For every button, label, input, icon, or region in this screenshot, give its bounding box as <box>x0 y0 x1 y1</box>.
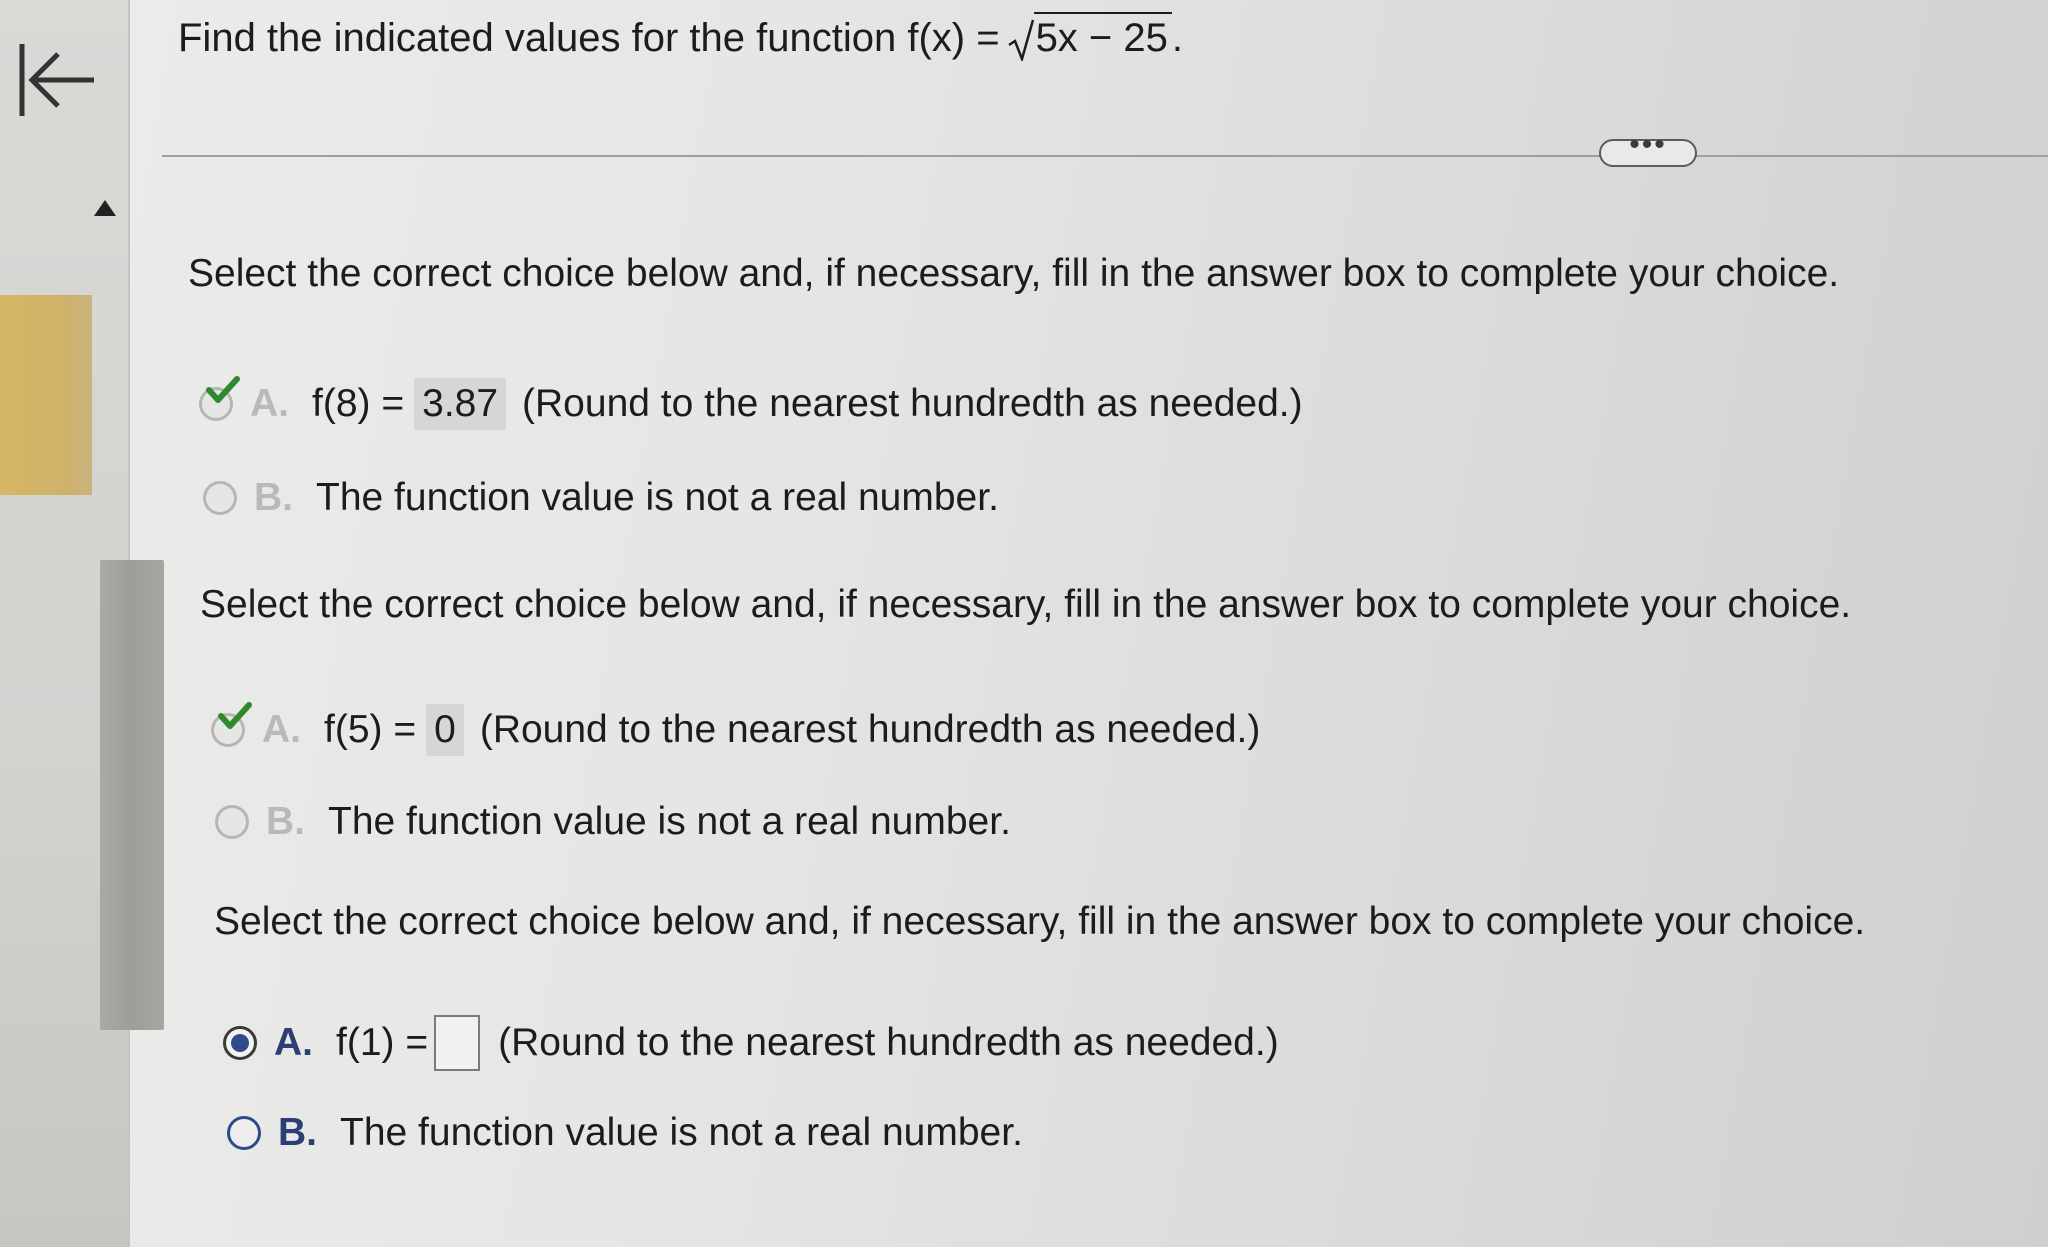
part2-instruction: Select the correct choice below and, if … <box>200 583 1852 626</box>
title-suffix: . <box>1171 16 1184 60</box>
part1-radio-b[interactable] <box>203 481 237 515</box>
part1-hint: (Round to the nearest hundredth as neede… <box>522 382 1303 425</box>
square-root-icon <box>1007 19 1034 61</box>
part3-radio-b[interactable] <box>227 1116 261 1150</box>
part3-choice-a[interactable]: A. f(1) = (Round to the nearest hundredt… <box>220 1015 1279 1071</box>
header-divider <box>162 155 2048 157</box>
part1-instruction: Select the correct choice below and, if … <box>188 252 1840 295</box>
square-root: 5x − 25 <box>1007 12 1172 61</box>
part1-answer-box[interactable]: 3.87 <box>414 378 507 430</box>
part3-instruction: Select the correct choice below and, if … <box>214 900 1866 943</box>
part2-letter-a: A. <box>262 708 301 751</box>
part1-choice-b-text: The function value is not a real number. <box>316 476 999 519</box>
part2-hint: (Round to the nearest hundredth as neede… <box>479 708 1261 751</box>
part3-hint: (Round to the nearest hundredth as neede… <box>498 1021 1279 1064</box>
scrollbar-thumb[interactable] <box>100 560 164 1030</box>
part1-letter-a: A. <box>250 382 289 425</box>
question-title: Find the indicated values for the functi… <box>178 12 1183 61</box>
part3-choice-b[interactable]: B. The function value is not a real numb… <box>224 1111 1023 1155</box>
part1-expression: f(8) = <box>312 382 405 425</box>
part3-letter-b: B. <box>278 1111 317 1154</box>
part2-choice-b-text: The function value is not a real number. <box>328 800 1011 843</box>
part1-choice-a[interactable]: A. f(8) = 3.87 (Round to the nearest hun… <box>196 376 1303 430</box>
part2-choice-b[interactable]: B. The function value is not a real numb… <box>212 800 1011 844</box>
more-dots-icon: ••• <box>1629 128 1667 161</box>
part3-answer-input[interactable] <box>434 1015 481 1071</box>
part3-radio-a[interactable] <box>223 1026 257 1060</box>
part1-letter-b: B. <box>254 476 293 519</box>
sidebar-highlight <box>0 295 92 495</box>
back-to-start-icon[interactable] <box>14 38 98 122</box>
part2-answer-box[interactable]: 0 <box>426 704 464 756</box>
part2-radio-b[interactable] <box>215 805 249 839</box>
scroll-up-icon[interactable] <box>92 198 118 218</box>
part3-letter-a: A. <box>274 1021 313 1064</box>
checkmark-icon <box>218 702 252 729</box>
part3-choice-b-text: The function value is not a real number. <box>340 1111 1023 1154</box>
more-options-button[interactable]: ••• <box>1599 128 1697 167</box>
part2-letter-b: B. <box>266 800 305 843</box>
checkmark-icon <box>206 376 240 403</box>
radicand: 5x − 25 <box>1033 12 1172 61</box>
part2-choice-a[interactable]: A. f(5) = 0 (Round to the nearest hundre… <box>208 702 1261 756</box>
part1-choice-b[interactable]: B. The function value is not a real numb… <box>200 476 999 520</box>
part2-expression: f(5) = <box>324 708 417 751</box>
part3-expression: f(1) = <box>336 1021 429 1064</box>
title-prefix: Find the indicated values for the functi… <box>178 16 1000 60</box>
